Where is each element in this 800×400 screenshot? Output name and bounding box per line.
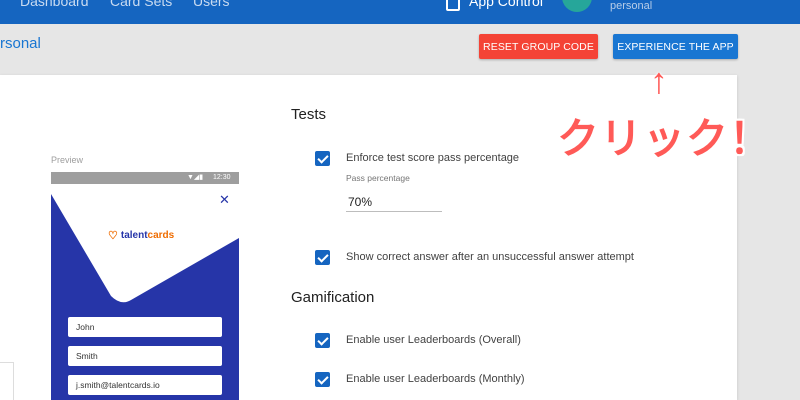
side-panel-edge [0, 362, 14, 400]
reset-group-code-button[interactable]: RESET GROUP CODE [479, 34, 598, 59]
nav-card-sets[interactable]: Card Sets [110, 0, 172, 9]
signal-icon: ▼◢▮ [187, 174, 204, 181]
pass-percentage-input[interactable] [346, 192, 442, 212]
logo-talent: talent [120, 230, 148, 241]
phone-status-bar: ▼◢▮ 12:30 [51, 172, 239, 184]
experience-the-app-button[interactable]: EXPERIENCE THE APP [613, 34, 738, 59]
annotation-arrow-icon: ↑ [650, 60, 668, 101]
phone-icon[interactable] [446, 0, 460, 11]
leaderboard-overall-checkbox[interactable] [315, 333, 330, 348]
leaderboard-monthly-label: Enable user Leaderboards (Monthly) [346, 373, 525, 385]
status-time: 12:30 [213, 174, 231, 181]
nav-dashboard[interactable]: Dashboard [20, 0, 89, 9]
preview-label: Preview [51, 155, 84, 165]
logo-cards: cards [147, 230, 175, 241]
annotation-click-text: クリック！ [557, 115, 773, 162]
phone-preview: ▼◢▮ 12:30 ✕ ♡ talentcards John Smith j.s… [51, 172, 239, 400]
gamification-heading: Gamification [291, 289, 375, 306]
show-correct-answer-checkbox[interactable] [315, 250, 330, 265]
talentcards-logo: ♡ talentcards [108, 229, 174, 242]
enforce-pass-percentage-label: Enforce test score pass percentage [346, 152, 520, 164]
page-title: rsonal [0, 35, 41, 52]
pass-percentage-label: Pass percentage [346, 173, 410, 183]
phone-email-field: j.smith@talentcards.io [68, 375, 222, 395]
phone-last-name-field: Smith [68, 346, 222, 366]
top-nav: Dashboard Card Sets Users App Control pe… [0, 0, 800, 24]
user-subtitle: personal [610, 0, 653, 12]
avatar[interactable] [562, 0, 592, 12]
phone-first-name-field: John [68, 317, 222, 337]
nav-app-control[interactable]: App Control [469, 0, 543, 9]
leaderboard-overall-label: Enable user Leaderboards (Overall) [346, 334, 521, 346]
tests-heading: Tests [291, 106, 327, 123]
show-correct-answer-label: Show correct answer after an unsuccessfu… [346, 251, 634, 263]
close-icon: ✕ [219, 192, 230, 207]
nav-users[interactable]: Users [193, 0, 230, 9]
leaderboard-monthly-checkbox[interactable] [315, 372, 330, 387]
enforce-pass-percentage-checkbox[interactable] [315, 151, 330, 166]
heart-icon: ♡ [108, 230, 118, 242]
